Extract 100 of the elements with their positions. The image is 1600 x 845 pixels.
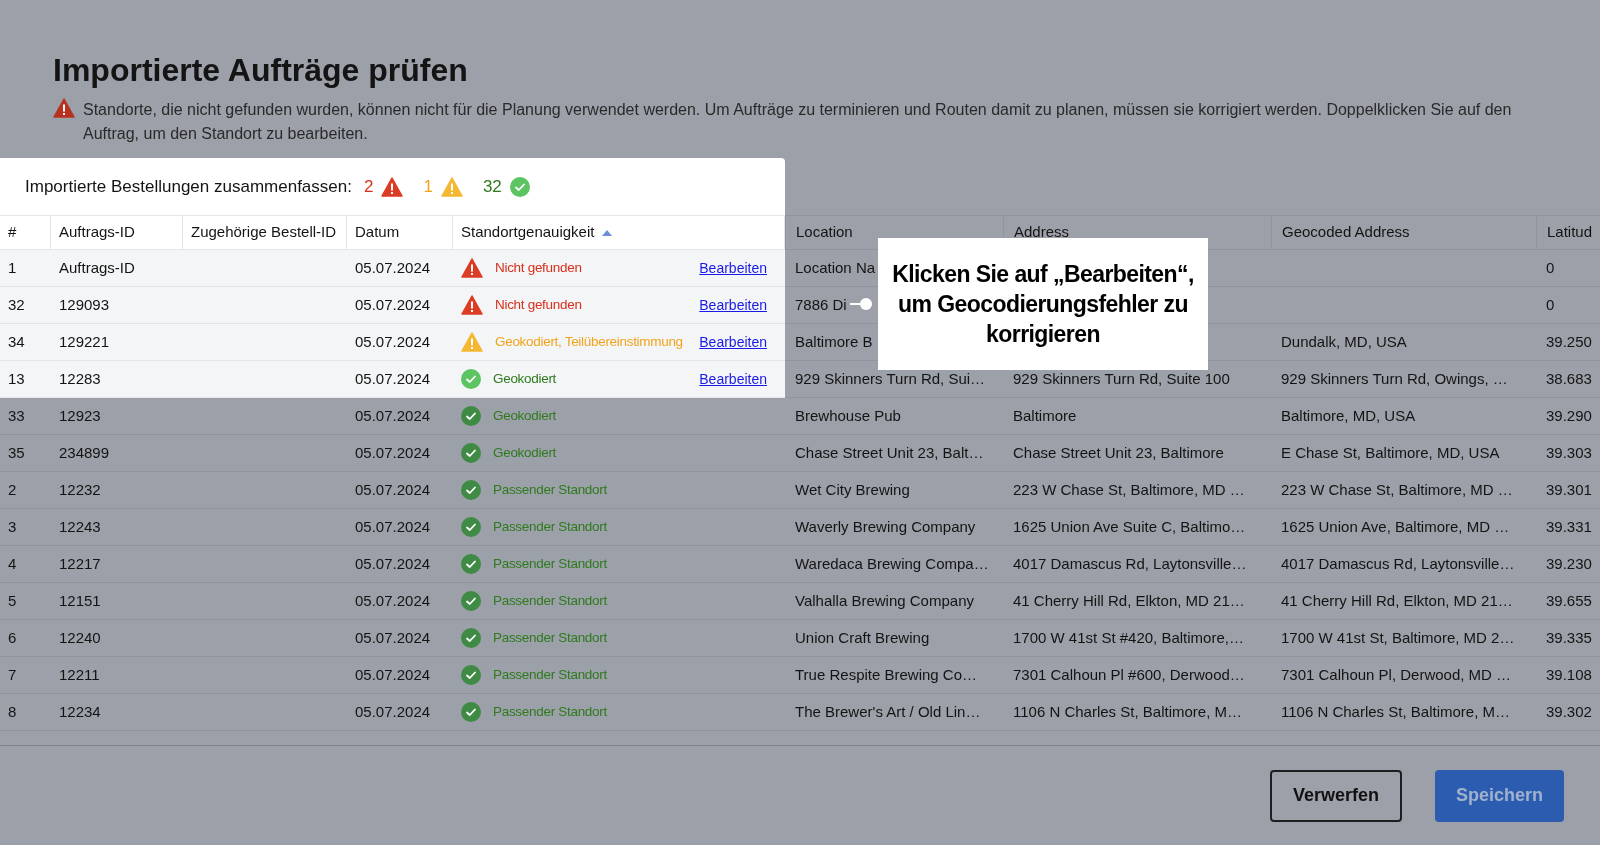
- table-cell-text: 39.250: [1546, 331, 1592, 352]
- status-label: Passender Standort: [493, 628, 607, 647]
- table-cell-text: 12283: [58, 368, 102, 389]
- column-header[interactable]: Zugehörige Bestell-ID: [183, 216, 347, 249]
- table-cell-text: Valhalla Brewing Company: [795, 590, 974, 611]
- status-label: Geokodiert: [493, 406, 557, 425]
- table-cell-text: 929 Skinners Turn Rd, Sui…: [795, 368, 986, 389]
- table-cell-text: 7: [7, 664, 18, 685]
- table-cell-text: Wet City Brewing: [795, 479, 910, 500]
- column-header[interactable]: Geocoded Address: [1282, 221, 1410, 244]
- table-cell-text: 12217: [58, 553, 102, 574]
- callout-text: Klicken Sie auf „Bearbeiten“, um Geocodierungsfehler zu korrigieren: [891, 260, 1195, 349]
- table-cell-text: 38.683: [1546, 368, 1592, 389]
- table-cell-text: 35: [7, 442, 26, 463]
- table-cell-text: 32: [7, 294, 26, 315]
- table-cell-text: Location Na: [795, 257, 876, 278]
- status-label: Geokodiert: [493, 369, 557, 388]
- edit-link[interactable]: Bearbeiten: [699, 368, 767, 390]
- table-cell-text: 39.108: [1546, 664, 1592, 685]
- page-title: Importierte Aufträge prüfen: [53, 51, 469, 90]
- status-label: Passender Standort: [493, 554, 607, 573]
- table-cell-text: 129221: [58, 331, 111, 352]
- table-cell-text: 39.301: [1546, 479, 1592, 500]
- column-header[interactable]: Location: [796, 221, 853, 244]
- leader-line: [850, 298, 872, 310]
- table-cell-text: 13: [7, 368, 26, 389]
- table-cell-text: Auftrags-ID: [58, 257, 136, 278]
- table-cell-text: 1700 W 41st St #420, Baltimore,…: [1013, 627, 1244, 648]
- summary-count: 32: [482, 175, 502, 198]
- table-cell-text: 33: [7, 405, 26, 426]
- table-cell-text: 12243: [58, 516, 102, 537]
- table-cell-text: 12151: [58, 590, 102, 611]
- table-cell-text: 4017 Damascus Rd, Laytonsville…: [1013, 553, 1247, 574]
- discard-button[interactable]: Verwerfen: [1269, 769, 1402, 822]
- table-cell-text: 05.07.2024: [354, 516, 432, 537]
- table-cell-text: 05.07.2024: [354, 664, 432, 685]
- status-label: Passender Standort: [493, 702, 607, 721]
- edit-link[interactable]: Bearbeiten: [699, 294, 767, 316]
- table-cell-text: Chase Street Unit 23, Balt…: [795, 442, 984, 463]
- edit-link[interactable]: Bearbeiten: [699, 257, 767, 279]
- table-cell-text: 0: [1546, 257, 1555, 278]
- table-cell-text: E Chase St, Baltimore, MD, USA: [1281, 442, 1500, 463]
- table-cell-text: 05.07.2024: [354, 294, 432, 315]
- column-header[interactable]: Auftrags-ID: [51, 216, 183, 249]
- table-cell-text: True Respite Brewing Co…: [795, 664, 977, 685]
- status-label: Geokodiert, Teilübereinstimmung: [495, 332, 683, 351]
- summary-count: 1: [423, 175, 433, 198]
- table-cell-text: 7301 Calhoun Pl, Derwood, MD …: [1281, 664, 1512, 685]
- table-cell-text: 929 Skinners Turn Rd, Suite 100: [1013, 368, 1230, 389]
- table-cell-text: 5: [7, 590, 18, 611]
- table-cell-text: 1625 Union Ave, Baltimore, MD …: [1281, 516, 1510, 537]
- column-header[interactable]: Datum: [347, 216, 453, 249]
- edit-link[interactable]: Bearbeiten: [699, 331, 767, 353]
- summary-count: 2: [363, 175, 374, 198]
- warning-icon: [53, 98, 75, 118]
- column-header[interactable]: #: [0, 216, 51, 249]
- table-cell-text: 34: [7, 331, 26, 352]
- table-cell-text: 12232: [58, 479, 102, 500]
- column-header[interactable]: Standortgenauigkeit: [453, 216, 785, 249]
- table-cell-text: 7301 Calhoun Pl #600, Derwood…: [1013, 664, 1245, 685]
- table-cell-text: 39.230: [1546, 553, 1592, 574]
- table-cell-text: 41 Cherry Hill Rd, Elkton, MD 21…: [1013, 590, 1245, 611]
- table-cell-text: 1106 N Charles St, Baltimore, M…: [1281, 701, 1510, 722]
- status-label: Passender Standort: [493, 591, 607, 610]
- table-cell-text: 129093: [58, 294, 111, 315]
- table-cell-text: 1: [7, 257, 18, 278]
- status-label: Geokodiert: [493, 443, 557, 462]
- status-label: Nicht gefunden: [495, 258, 582, 277]
- table-cell-text: 929 Skinners Turn Rd, Owings, …: [1281, 368, 1508, 389]
- table-cell-text: Union Craft Brewing: [795, 627, 930, 648]
- table-cell-text: 05.07.2024: [354, 627, 432, 648]
- table-cell-text: 7886 Di: [795, 294, 847, 315]
- summary-label: Importierte Bestellungen zusammenfassen:: [25, 175, 352, 198]
- table-cell-text: 39.335: [1546, 627, 1592, 648]
- table-cell-text: 4017 Damascus Rd, Laytonsville…: [1281, 553, 1515, 574]
- table-cell-text: The Brewer's Art / Old Lin…: [795, 701, 981, 722]
- table-cell-text: 223 W Chase St, Baltimore, MD …: [1013, 479, 1245, 500]
- table-cell-text: 6: [7, 627, 18, 648]
- table-cell-text: 2: [7, 479, 18, 500]
- column-header[interactable]: Latitud: [1547, 221, 1593, 244]
- table-cell-text: 39.331: [1546, 516, 1592, 537]
- table-cell-text: 05.07.2024: [354, 442, 432, 463]
- table-cell-text: Brewhouse Pub: [795, 405, 901, 426]
- table-cell-text: Waredaca Brewing Compa…: [795, 553, 989, 574]
- notice-text: Standorte, die nicht gefunden wurden, können nicht für die Planung verwendet werden. Um Aufträge zu terminieren und Routen damit zu planen, müssen sie korrigiert werden. Doppelklicken Sie auf den Auftrag, um den Standort zu bearbeiten.: [83, 100, 1513, 144]
- table-cell-text: 12211: [58, 664, 101, 685]
- table-cell-text: 3: [7, 516, 18, 537]
- status-label: Passender Standort: [493, 517, 607, 536]
- table-cell-text: 1106 N Charles St, Baltimore, M…: [1013, 701, 1242, 722]
- table-cell-text: 0: [1546, 294, 1555, 315]
- table-cell-text: Waverly Brewing Company: [795, 516, 976, 537]
- table-cell-text: 05.07.2024: [354, 331, 432, 352]
- table-cell-text: 12240: [58, 627, 102, 648]
- table-cell-text: 8: [7, 701, 18, 722]
- table-cell-text: 05.07.2024: [354, 701, 432, 722]
- table-cell-text: 234899: [58, 442, 111, 463]
- status-label: Passender Standort: [493, 480, 607, 499]
- table-cell-text: 05.07.2024: [354, 590, 432, 611]
- table-cell-text: 223 W Chase St, Baltimore, MD …: [1281, 479, 1513, 500]
- table-cell-text: 39.302: [1546, 701, 1592, 722]
